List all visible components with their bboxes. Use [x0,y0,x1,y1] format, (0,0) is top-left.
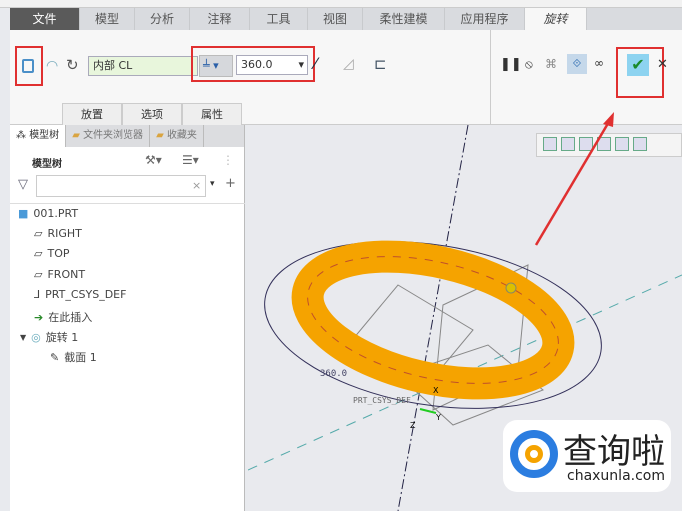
tab-tools[interactable]: 工具 [250,8,308,30]
tree-item-csys[interactable]: ⅃ PRT_CSYS_DEF [34,288,126,301]
revolve-dashboard: ◠ ↻ 内部 CL ╧ ▾ 360.0 ▾ ⁄ ◿ ⊏ ❚❚ ⦸ ⌘ ⟐ ∞ ✔ … [10,30,682,125]
plane-icon: ▱ [34,227,43,240]
favorites-icon: ▰ [156,130,167,141]
ok-button[interactable]: ✔ [627,54,649,76]
divider [490,30,491,125]
drag-handle[interactable] [505,282,517,294]
divider [10,203,245,204]
watermark: 查询啦 chaxunla.com [503,420,671,492]
model-tree-panel: ⁂ 模型树 ▰ 文件夹浏览器 ▰ 收藏夹 模型树 ⚒▾ ☰▾ ⋮ ▽ × ▾ +… [10,125,245,511]
thicken-icon[interactable]: ⊏ [374,55,387,73]
item-label: FRONT [47,268,86,281]
part-icon: ■ [18,207,29,220]
pause-icon[interactable]: ❚❚ [500,57,522,72]
surface-icon[interactable]: ◠ [46,58,58,74]
arrow-right-icon: ➔ [34,310,44,324]
tab-label: 文件夹浏览器 [83,130,144,141]
no-preview-icon[interactable]: ⦸ [525,57,533,72]
angle-input[interactable]: 360.0 ▾ [236,55,308,75]
ribbon-tabs: 文件 模型 分析 注释 工具 视图 柔性建模 应用程序 旋转 [10,8,682,30]
tab-label: 收藏夹 [166,130,197,141]
z-label: Z [410,421,416,430]
plane-icon: ▱ [34,247,43,260]
plane-icon: ▱ [34,268,43,281]
item-label: PRT_CSYS_DEF [45,288,127,301]
revolve-axis [397,125,469,511]
preview-icon[interactable]: ⌘ [545,57,557,71]
clear-icon[interactable]: × [192,179,201,192]
y-label: Y [435,413,441,422]
tree-item-insert-here[interactable]: ➔ 在此插入 [34,309,92,325]
tree-item-revolve[interactable]: ▼ ◎ 旋转 1 [20,329,78,345]
revolve-icon: ◎ [31,330,41,344]
remove-material-icon[interactable]: ◿ [343,56,354,72]
subtab-options[interactable]: 选项 [122,103,182,125]
folder-icon: ▰ [72,130,84,141]
tab-revolve[interactable]: 旋转 [525,8,587,30]
dimension-label[interactable]: 360.0 [320,369,347,379]
tree-item-top[interactable]: ▱ TOP [34,247,69,260]
sketch-icon: ✎ [50,350,60,364]
tab-folder-browser[interactable]: ▰ 文件夹浏览器 [66,125,151,147]
item-label: RIGHT [47,227,82,240]
x-label: X [433,386,439,395]
tab-applications[interactable]: 应用程序 [445,8,525,30]
chevron-down-icon[interactable]: ▾ [210,179,215,189]
tab-label: 模型树 [29,130,60,141]
glasses-icon[interactable]: ∞ [594,56,604,70]
tab-model-tree[interactable]: ⁂ 模型树 [10,125,67,147]
solid-icon[interactable] [22,59,34,73]
subtab-properties[interactable]: 属性 [182,103,242,125]
tree-item-front[interactable]: ▱ FRONT [34,268,85,281]
expand-icon[interactable]: ▼ [20,333,26,342]
axis-field[interactable]: 内部 CL [88,56,198,76]
item-label: 截面 1 [64,351,97,364]
tree-item-right[interactable]: ▱ RIGHT [34,227,82,240]
tab-favorites[interactable]: ▰ 收藏夹 [150,125,204,147]
angle-type-dropdown[interactable]: ╧ ▾ [199,55,233,77]
tree-item-part[interactable]: ■ 001.PRT [18,207,78,220]
tree-filter-icon[interactable]: ⋮ [222,153,234,167]
watermark-url: chaxunla.com [567,468,665,484]
tab-annotate[interactable]: 注释 [190,8,250,30]
angle-value: 360.0 [241,58,273,71]
tree-icon: ⁂ [16,130,30,141]
tree-item-section[interactable]: ✎ 截面 1 [50,349,97,365]
watermark-brand: 查询啦 [563,432,665,472]
show-icon[interactable]: ☰▾ [182,153,199,167]
tab-model[interactable]: 模型 [80,8,135,30]
panel-title: 模型树 [32,159,62,170]
csys-icon: ⅃ [34,288,41,301]
verify-icon[interactable]: ⟐ [567,54,587,74]
add-icon[interactable]: + [225,176,236,191]
item-label: TOP [47,247,70,260]
item-label: 在此插入 [48,311,93,324]
settings-icon[interactable]: ⚒▾ [145,153,162,167]
flip-direction-icon[interactable]: ⁄ [314,54,317,73]
item-label: 旋转 1 [45,331,79,344]
tab-analysis[interactable]: 分析 [135,8,190,30]
cancel-button[interactable]: ✕ [657,57,668,72]
watermark-logo [510,430,558,478]
tab-view[interactable]: 视图 [308,8,363,30]
item-label: 001.PRT [33,207,79,220]
filter-icon[interactable]: ▽ [18,177,28,192]
tab-file[interactable]: 文件 [10,8,80,30]
tab-flexible-modeling[interactable]: 柔性建模 [363,8,445,30]
title-strip [0,0,682,8]
revolve-axis-icon[interactable]: ↻ [66,56,79,74]
csys-label: PRT_CSYS_DEF [353,396,411,405]
subtab-placement[interactable]: 放置 [62,103,122,125]
search-input[interactable] [36,175,206,197]
chevron-down-icon[interactable]: ▾ [298,56,304,74]
